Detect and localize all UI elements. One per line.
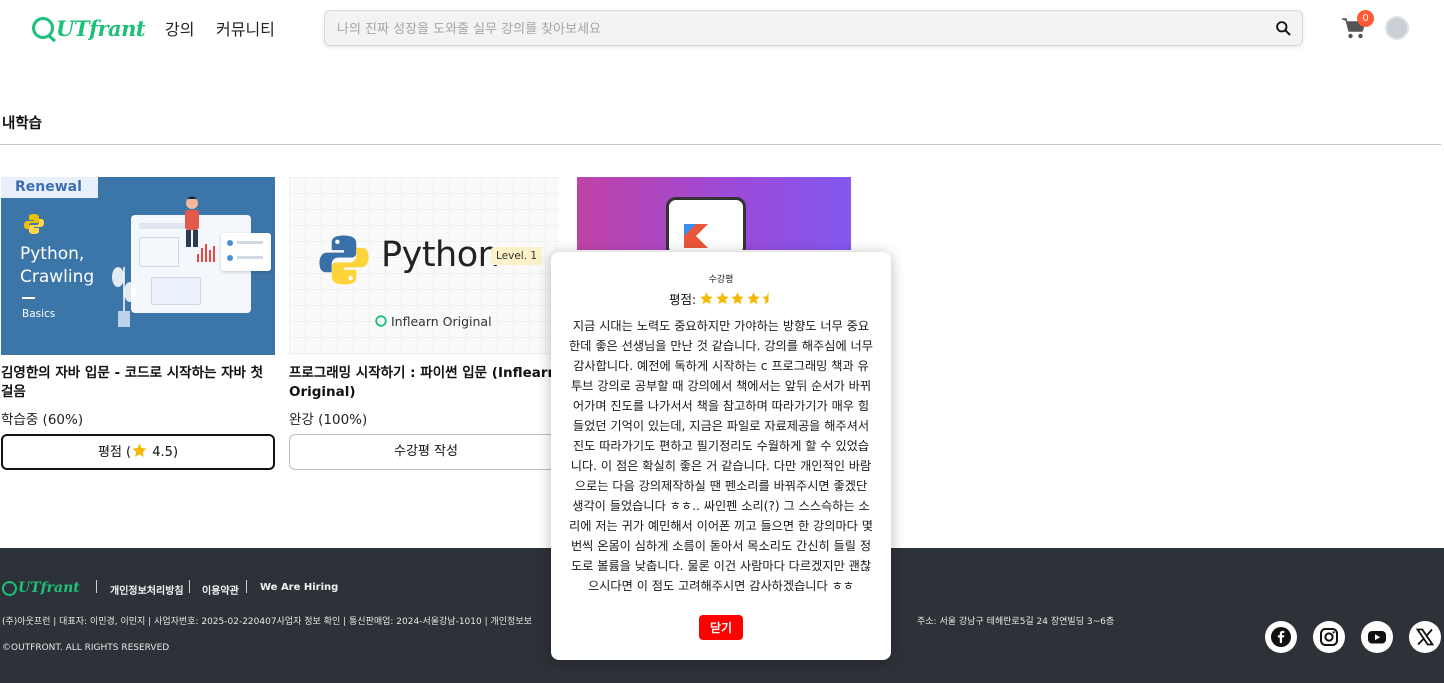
thumbnail-dash bbox=[22, 297, 35, 299]
search-bar bbox=[324, 10, 1303, 46]
course-card: Python Level. 1 Inflearn Original 프로그래밍 … bbox=[289, 177, 563, 470]
course-thumbnail[interactable]: Renewal Python, Crawling Basics bbox=[1, 177, 275, 355]
review-modal: 수강평 평점: 지금 시대는 노력도 중요하지만 가야하는 방향도 너무 중요한… bbox=[551, 252, 891, 660]
star-half-icon bbox=[762, 292, 769, 305]
logo-mark-icon bbox=[32, 17, 54, 39]
footer-link-hiring[interactable]: We Are Hiring bbox=[260, 582, 338, 593]
avatar[interactable] bbox=[1385, 16, 1409, 40]
footer-link-privacy[interactable]: 개인정보처리방침 bbox=[110, 582, 184, 597]
course-thumbnail[interactable]: Python Level. 1 Inflearn Original bbox=[289, 177, 559, 355]
thumbnail-title-line: Python, bbox=[20, 244, 85, 264]
thumbnail-title-line: Crawling bbox=[20, 267, 95, 287]
rating-button-label: 평점 ( bbox=[97, 445, 132, 460]
rating-value: 4.5 bbox=[152, 445, 173, 460]
divider bbox=[0, 144, 1441, 145]
python-logo-icon bbox=[319, 235, 369, 285]
footer-separator bbox=[96, 580, 97, 593]
modal-title: 수강평 bbox=[708, 275, 734, 285]
nav-lectures[interactable]: 강의 bbox=[165, 16, 194, 40]
course-title[interactable]: 프로그래밍 시작하기 : 파이썬 입문 (Inflearn Original) bbox=[289, 364, 563, 402]
star-icon bbox=[715, 292, 729, 305]
illustration-panel bbox=[221, 233, 271, 271]
thumbnail-title: Python, Crawling bbox=[20, 243, 94, 289]
logo-mark-icon bbox=[2, 580, 17, 596]
footer-link-terms[interactable]: 이용약관 bbox=[202, 582, 239, 597]
logo[interactable]: UTfrant bbox=[32, 14, 146, 42]
logo-text: UTfrant bbox=[56, 15, 146, 41]
level-badge: Level. 1 bbox=[491, 247, 543, 265]
course-progress: 학습중 (60%) bbox=[1, 412, 84, 428]
page-title: 내학습 bbox=[2, 116, 43, 132]
star-icon bbox=[731, 292, 744, 305]
search-icon[interactable] bbox=[1275, 20, 1292, 37]
thumbnail-origin: Inflearn Original bbox=[375, 314, 492, 329]
rating-button[interactable]: 평점 ( 4.5) bbox=[1, 434, 275, 470]
facebook-icon[interactable] bbox=[1265, 621, 1297, 653]
thumbnail-subtitle: Basics bbox=[22, 308, 56, 320]
course-thumbnail[interactable] bbox=[577, 177, 851, 250]
footer-logo-text: UTfrant bbox=[18, 580, 80, 596]
nav-community[interactable]: 커뮤니티 bbox=[216, 16, 275, 40]
renewal-badge: Renewal bbox=[1, 177, 98, 198]
thumbnail-origin-label: Inflearn Original bbox=[390, 314, 492, 329]
inflearn-logo-icon bbox=[375, 315, 387, 327]
star-icon bbox=[700, 292, 713, 305]
search-input[interactable] bbox=[337, 18, 1237, 40]
review-text: 지금 시대는 노력도 중요하지만 가야하는 방향도 너무 중요한데 좋은 선생님… bbox=[569, 319, 873, 593]
company-address: 주소: 서울 강남구 테헤란로5길 24 장연빌딩 3~6층 bbox=[917, 617, 1115, 627]
plant-illustration-icon bbox=[112, 267, 136, 327]
modal-rating: 평점: bbox=[669, 289, 777, 308]
youtube-icon[interactable] bbox=[1361, 621, 1393, 653]
footer-logo[interactable]: UTfrant bbox=[2, 579, 80, 597]
page: UTfrant 강의 커뮤니티 0 내학습 Renewal bbox=[0, 0, 1444, 683]
rating-button-suffix: ) bbox=[172, 445, 179, 460]
instagram-icon[interactable] bbox=[1313, 621, 1345, 653]
header: UTfrant 강의 커뮤니티 0 bbox=[0, 0, 1444, 56]
person-illustration-icon bbox=[185, 196, 199, 247]
course-card: Renewal Python, Crawling Basics 김영한의 자바 … bbox=[1, 177, 275, 470]
star-icon bbox=[132, 443, 147, 457]
python-logo-icon bbox=[24, 214, 44, 234]
course-card bbox=[577, 177, 851, 250]
rating-stars bbox=[699, 291, 777, 306]
course-progress: 완강 (100%) bbox=[289, 412, 368, 428]
write-review-button[interactable]: 수강평 작성 bbox=[289, 434, 563, 470]
company-info: (주)아웃프런 | 대표자: 이민경, 이민지 | 사업자번호: 2025-02… bbox=[2, 617, 532, 627]
kotlin-logo-icon bbox=[684, 224, 708, 248]
footer-separator bbox=[246, 580, 247, 593]
x-icon[interactable] bbox=[1409, 621, 1441, 653]
thumbnail-title: Python bbox=[381, 235, 500, 275]
copyright: ©OUTFRONT. ALL RIGHTS RESERVED bbox=[2, 643, 170, 653]
close-button[interactable]: 닫기 bbox=[699, 615, 743, 640]
course-title[interactable]: 김영한의 자바 입문 - 코드로 시작하는 자바 첫걸음 bbox=[1, 364, 275, 402]
footer-separator bbox=[189, 580, 190, 593]
star-icon bbox=[746, 292, 760, 305]
rating-label: 평점: bbox=[669, 292, 697, 307]
cart-count-badge: 0 bbox=[1357, 10, 1374, 27]
